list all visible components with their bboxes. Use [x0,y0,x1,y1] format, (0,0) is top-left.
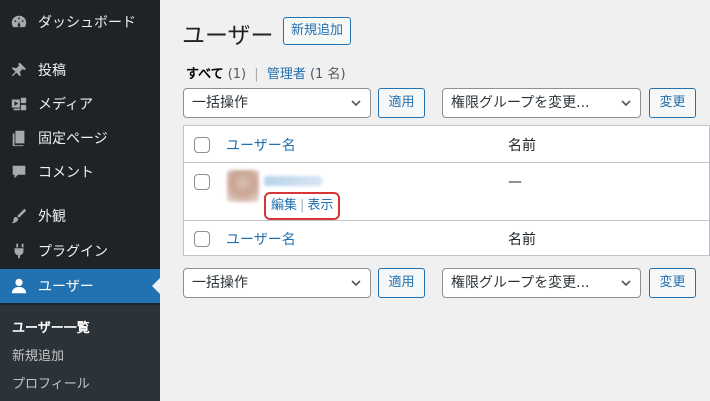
chevron-down-icon [621,280,631,287]
filter-all-count: (1) [227,67,247,82]
sidebar-item-label: 固定ページ [38,131,108,147]
column-header-username[interactable]: ユーザー名 [226,135,296,155]
page-title: ユーザー [182,23,274,49]
change-role-button-top[interactable]: 変更 [649,88,696,118]
sidebar-item-media[interactable]: メディア [0,87,160,121]
username-link-redacted[interactable] [264,176,322,186]
filter-admin-link[interactable]: 管理者 [267,67,306,82]
sidebar-item-pages[interactable]: 固定ページ [0,121,160,155]
column-footer-name: 名前 [508,232,536,248]
page-icon [9,128,29,148]
submenu-item-add-new[interactable]: 新規追加 [12,345,64,364]
sidebar-item-appearance[interactable]: 外観 [0,199,160,233]
role-change-select-bottom[interactable]: 権限グループを変更... [442,268,641,298]
sidebar-item-plugins[interactable]: プラグイン [0,234,160,268]
footer-divider [184,220,710,221]
bulk-action-value: 一括操作 [192,95,248,111]
paintbrush-icon [9,206,29,226]
edit-user-link[interactable]: 編集 [271,198,297,213]
row-checkbox[interactable] [194,174,210,190]
chevron-down-icon [351,100,361,107]
sidebar-item-label: メディア [38,97,94,113]
users-submenu: ユーザー一覧 新規追加 プロフィール [0,305,160,401]
users-main: ユーザー 新規追加 すべて (1) | 管理者 (1 名) 一括操作 適用 権限… [160,0,710,401]
role-filter-links: すべて (1) | 管理者 (1 名) [186,63,346,82]
users-table: ユーザー名 名前 編集 | 表示 — ユーザー名 名前 [183,125,710,256]
sidebar-item-label: ユーザー [38,279,94,295]
sidebar-item-comments[interactable]: コメント [0,155,160,189]
role-select-value: 権限グループを変更... [451,275,590,291]
sidebar-item-label: 外観 [38,209,66,225]
select-all-checkbox-footer[interactable] [194,231,210,247]
pin-icon [9,60,29,80]
sidebar-item-label: ダッシュボード [38,15,136,31]
row-actions-separator: | [300,198,305,213]
filter-all-link[interactable]: すべて [186,67,224,82]
sidebar-item-dashboard[interactable]: ダッシュボード [0,5,160,39]
row-actions: 編集 | 表示 [264,192,341,220]
sidebar-item-label: 投稿 [38,63,66,79]
role-select-value: 権限グループを変更... [451,95,590,111]
apply-button-top[interactable]: 適用 [378,88,425,118]
avatar [227,170,259,202]
submenu-item-all-users[interactable]: ユーザー一覧 [12,317,90,336]
user-display-name: — [508,174,522,190]
chevron-down-icon [621,100,631,107]
change-role-button-bottom[interactable]: 変更 [649,268,696,298]
column-header-name: 名前 [508,138,536,154]
sidebar-item-users[interactable]: ユーザー [0,269,160,303]
submenu-item-profile[interactable]: プロフィール [12,373,90,392]
admin-sidebar: ダッシュボード 投稿 メディア 固定ページ コメント 外観 プラグイン ユーザー… [0,0,160,401]
column-footer-username[interactable]: ユーザー名 [226,229,296,249]
sidebar-item-label: コメント [38,165,94,181]
role-change-select-top[interactable]: 権限グループを変更... [442,88,641,118]
bulk-action-select-top[interactable]: 一括操作 [183,88,371,118]
select-all-checkbox-header[interactable] [194,137,210,153]
view-user-link[interactable]: 表示 [307,198,333,213]
add-new-user-button[interactable]: 新規追加 [283,17,352,45]
apply-button-bottom[interactable]: 適用 [378,268,425,298]
comment-icon [9,162,29,182]
sidebar-item-posts[interactable]: 投稿 [0,53,160,87]
sidebar-item-label: プラグイン [38,244,108,260]
filter-admin-count: (1 名) [309,67,346,82]
chevron-down-icon [351,280,361,287]
media-icon [9,94,29,114]
bulk-action-value: 一括操作 [192,275,248,291]
header-divider [184,162,710,163]
dashboard-icon [9,12,29,32]
filter-separator: | [254,67,259,82]
plugin-icon [9,241,29,261]
bulk-action-select-bottom[interactable]: 一括操作 [183,268,371,298]
user-icon [9,276,29,296]
